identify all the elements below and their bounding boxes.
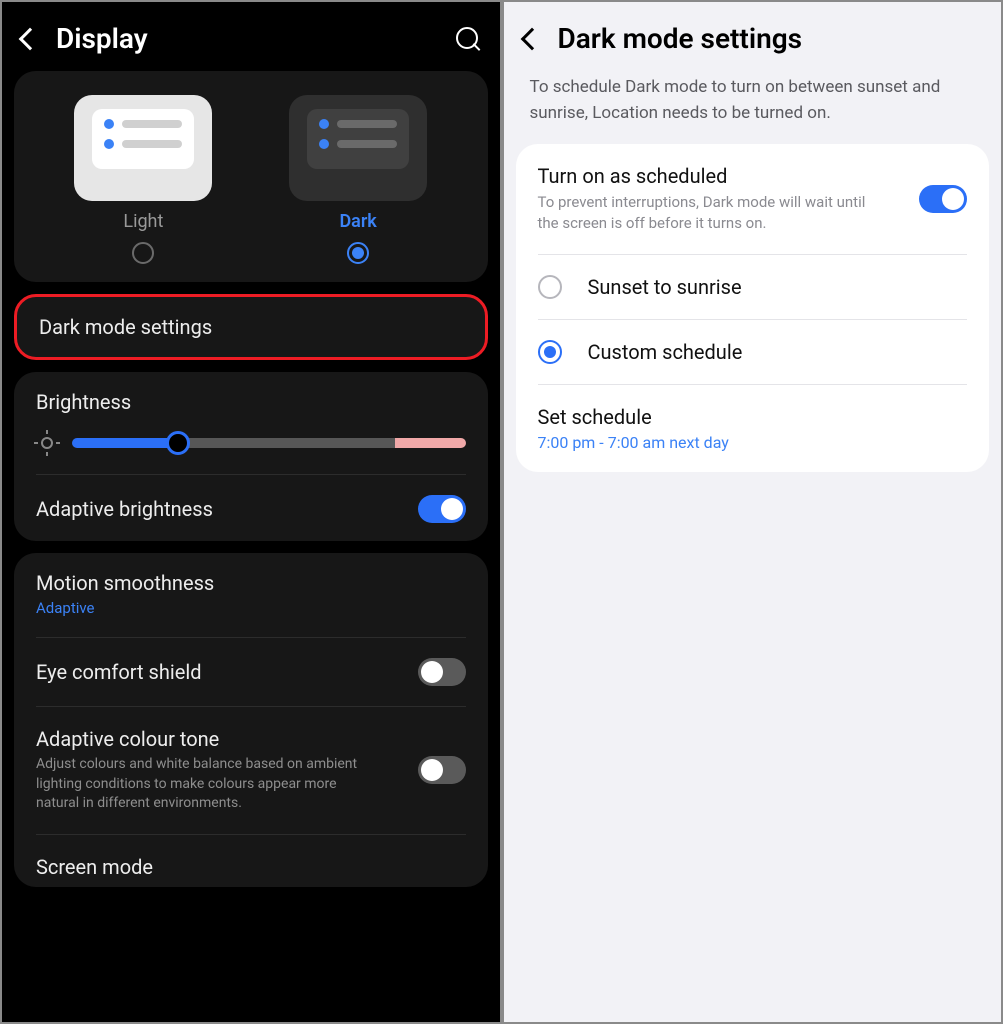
theme-option-dark[interactable]: Dark bbox=[289, 95, 427, 264]
brightness-slider-thumb[interactable] bbox=[166, 431, 190, 455]
set-schedule-title: Set schedule bbox=[538, 405, 968, 429]
option-sunset-row[interactable]: Sunset to sunrise bbox=[516, 255, 990, 319]
option-sunset-radio[interactable] bbox=[538, 275, 562, 299]
light-preview-icon bbox=[74, 95, 212, 201]
brightness-card: Brightness Adaptive brightness bbox=[14, 372, 488, 541]
set-schedule-value: 7:00 pm - 7:00 am next day bbox=[538, 433, 968, 452]
dark-radio[interactable] bbox=[347, 242, 369, 264]
adaptive-brightness-label: Adaptive brightness bbox=[36, 497, 213, 521]
adaptive-brightness-toggle[interactable] bbox=[418, 495, 466, 523]
search-icon[interactable] bbox=[456, 27, 480, 51]
screen-mode-row[interactable]: Screen mode bbox=[36, 855, 466, 879]
eye-comfort-label: Eye comfort shield bbox=[36, 660, 202, 684]
turn-on-scheduled-title: Turn on as scheduled bbox=[538, 164, 868, 188]
adaptive-colour-title: Adaptive colour tone bbox=[36, 727, 366, 751]
eye-comfort-toggle[interactable] bbox=[418, 658, 466, 686]
turn-on-scheduled-toggle[interactable] bbox=[919, 185, 967, 213]
back-icon[interactable] bbox=[520, 27, 543, 50]
header: Dark mode settings bbox=[504, 2, 1002, 71]
set-schedule-row[interactable]: Set schedule 7:00 pm - 7:00 am next day bbox=[516, 385, 990, 472]
adaptive-colour-toggle[interactable] bbox=[418, 756, 466, 784]
location-info-text: To schedule Dark mode to turn on between… bbox=[504, 71, 1002, 144]
brightness-slider[interactable] bbox=[72, 438, 466, 448]
display-more-card: Motion smoothness Adaptive Eye comfort s… bbox=[14, 553, 488, 887]
dark-label: Dark bbox=[339, 211, 376, 232]
dark-mode-settings-screen: Dark mode settings To schedule Dark mode… bbox=[502, 0, 1003, 1024]
motion-value: Adaptive bbox=[36, 599, 466, 617]
page-title: Display bbox=[56, 22, 148, 55]
schedule-card: Turn on as scheduled To prevent interrup… bbox=[516, 144, 990, 472]
screen-mode-label: Screen mode bbox=[36, 855, 466, 879]
light-radio[interactable] bbox=[132, 242, 154, 264]
option-custom-row[interactable]: Custom schedule bbox=[516, 320, 990, 384]
turn-on-scheduled-desc: To prevent interruptions, Dark mode will… bbox=[538, 192, 868, 234]
dark-mode-settings-row[interactable]: Dark mode settings bbox=[14, 294, 488, 360]
theme-card: Light Dark bbox=[14, 71, 488, 282]
adaptive-brightness-row[interactable]: Adaptive brightness bbox=[36, 495, 466, 523]
theme-option-light[interactable]: Light bbox=[74, 95, 212, 264]
light-label: Light bbox=[123, 211, 163, 232]
dark-preview-icon bbox=[289, 95, 427, 201]
back-icon[interactable] bbox=[19, 27, 42, 50]
motion-title: Motion smoothness bbox=[36, 571, 466, 595]
motion-smoothness-row[interactable]: Motion smoothness Adaptive bbox=[36, 571, 466, 617]
dark-mode-settings-label: Dark mode settings bbox=[39, 315, 463, 339]
adaptive-colour-row[interactable]: Adaptive colour tone Adjust colours and … bbox=[36, 727, 466, 814]
option-custom-radio[interactable] bbox=[538, 340, 562, 364]
eye-comfort-row[interactable]: Eye comfort shield bbox=[36, 658, 466, 686]
brightness-label: Brightness bbox=[36, 390, 466, 414]
brightness-sun-icon bbox=[36, 432, 58, 454]
header: Display bbox=[2, 2, 500, 71]
turn-on-scheduled-row[interactable]: Turn on as scheduled To prevent interrup… bbox=[516, 144, 990, 254]
display-settings-screen: Display Light bbox=[0, 0, 502, 1024]
adaptive-colour-desc: Adjust colours and white balance based o… bbox=[36, 755, 366, 814]
page-title: Dark mode settings bbox=[558, 22, 803, 55]
option-sunset-label: Sunset to sunrise bbox=[588, 275, 742, 299]
option-custom-label: Custom schedule bbox=[588, 340, 743, 364]
